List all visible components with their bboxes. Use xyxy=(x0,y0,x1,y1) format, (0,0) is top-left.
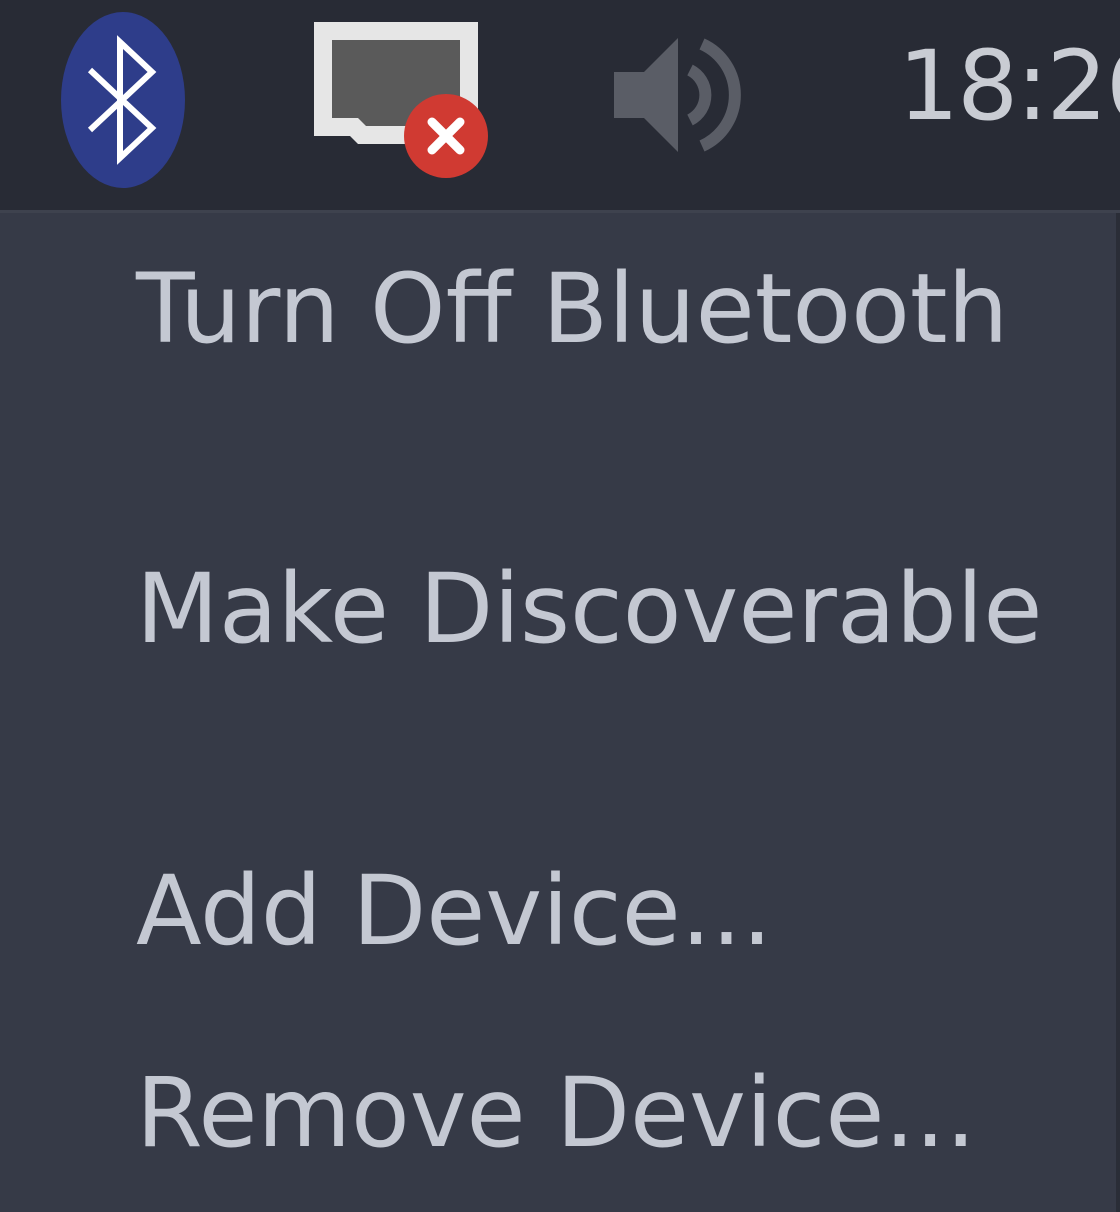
menu-item-add-device[interactable]: Add Device... xyxy=(136,863,772,959)
menu-item-make-discoverable[interactable]: Make Discoverable xyxy=(136,561,1042,657)
volume-icon[interactable] xyxy=(606,30,746,160)
taskbar: 18:26 xyxy=(0,0,1120,213)
clock[interactable]: 18:26 xyxy=(898,38,1120,134)
bluetooth-menu: Turn Off Bluetooth Make Discoverable Add… xyxy=(0,213,1120,1212)
bluetooth-icon[interactable] xyxy=(60,10,186,190)
menu-item-remove-device[interactable]: Remove Device... xyxy=(136,1065,976,1161)
menu-item-turn-off-bluetooth[interactable]: Turn Off Bluetooth xyxy=(136,261,1008,357)
network-disconnected-icon[interactable] xyxy=(308,14,492,184)
